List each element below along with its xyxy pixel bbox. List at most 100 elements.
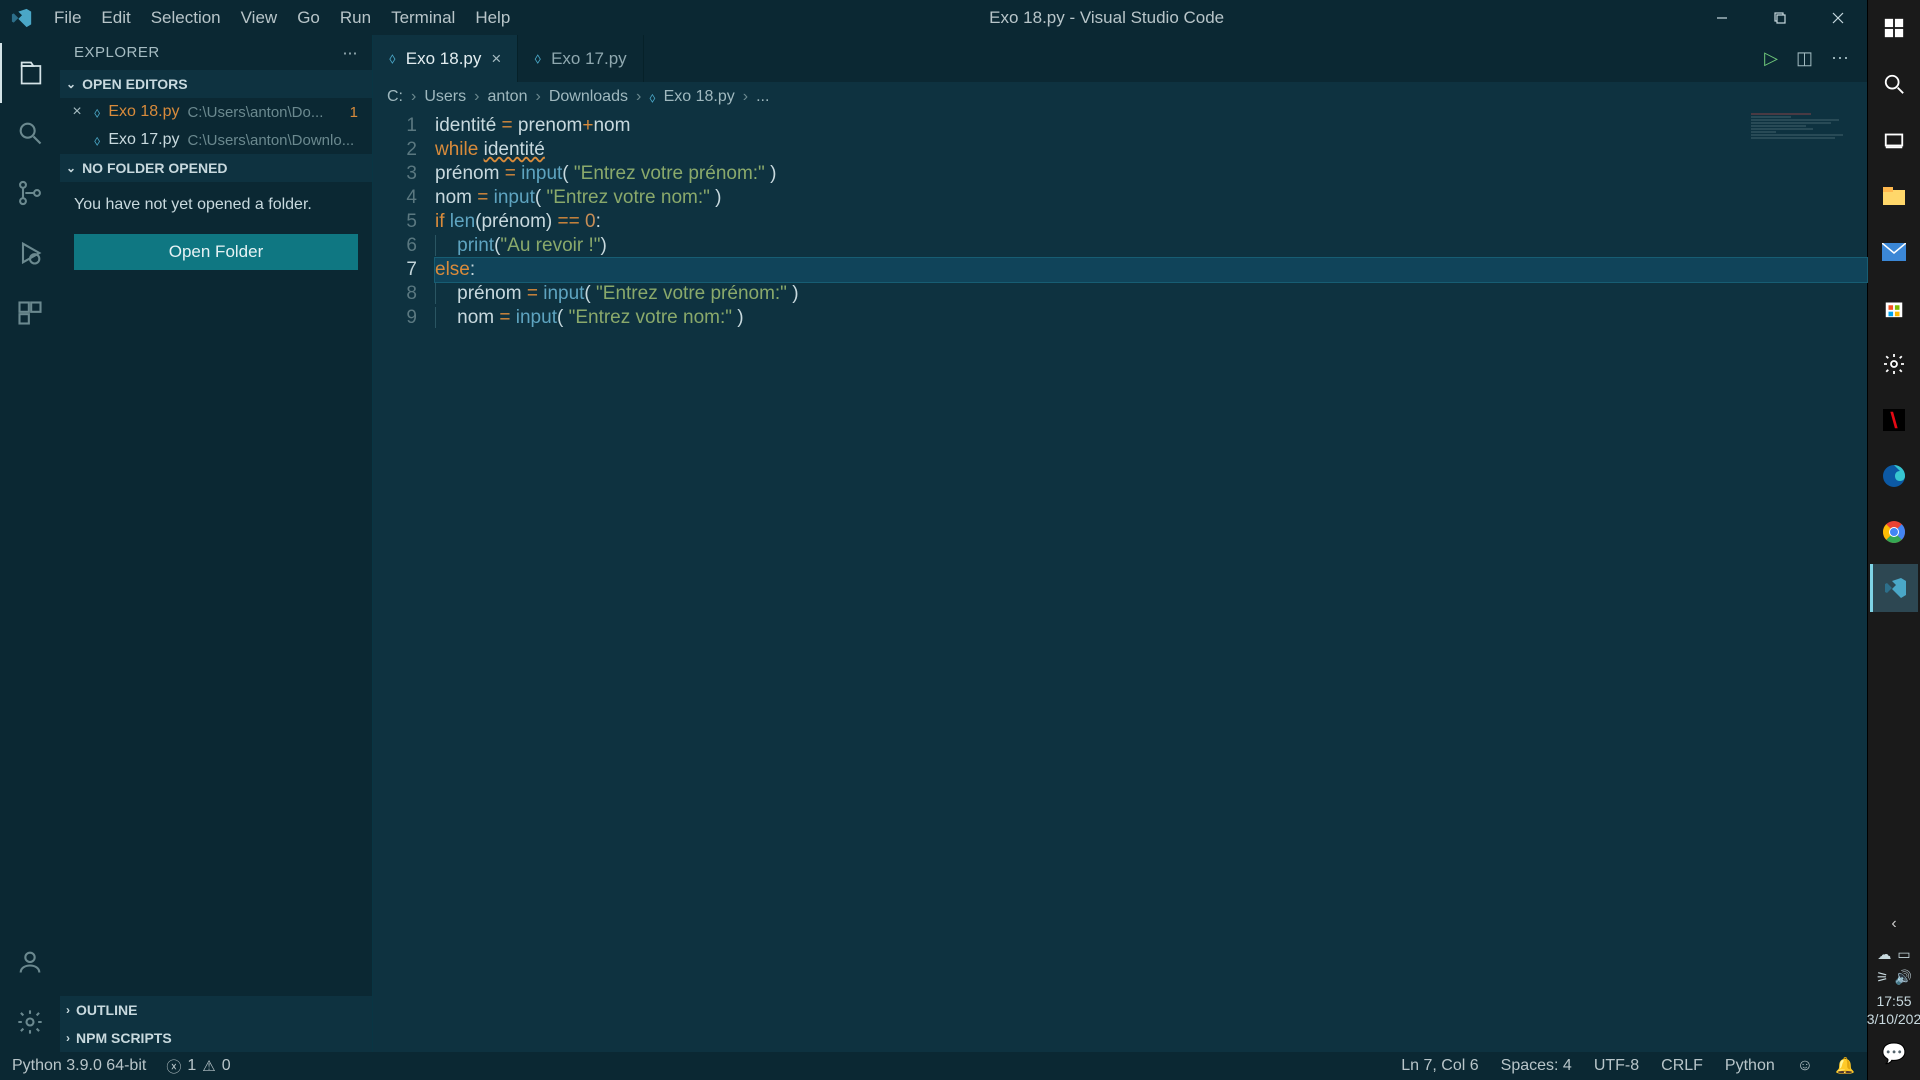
menu-go[interactable]: Go bbox=[287, 0, 330, 35]
clock-date: 13/10/2020 bbox=[1859, 1010, 1920, 1028]
clock-time: 17:55 bbox=[1859, 992, 1920, 1010]
python-file-icon: ⬨ bbox=[94, 132, 100, 149]
vscode-window: File Edit Selection View Go Run Terminal… bbox=[0, 0, 1867, 1080]
microsoft-store-icon[interactable] bbox=[1870, 284, 1918, 332]
show-hidden-icon[interactable]: ‹ bbox=[1870, 912, 1918, 936]
file-explorer-icon[interactable] bbox=[1870, 172, 1918, 220]
vscode-logo-icon bbox=[0, 7, 44, 29]
menu-run[interactable]: Run bbox=[330, 0, 381, 35]
breadcrumb-item[interactable]: anton bbox=[487, 88, 527, 106]
system-tray-2[interactable]: ⚞ 🔊 bbox=[1876, 969, 1912, 986]
more-icon[interactable]: ⋯ bbox=[1831, 48, 1849, 69]
breadcrumb-item[interactable]: Users bbox=[424, 88, 466, 106]
minimap[interactable] bbox=[1747, 112, 1867, 1052]
error-icon: ⓧ bbox=[166, 1056, 181, 1077]
netflix-icon[interactable] bbox=[1870, 396, 1918, 444]
breadcrumb-item[interactable]: C: bbox=[387, 88, 403, 106]
feedback-icon[interactable]: ☺ bbox=[1797, 1057, 1813, 1075]
open-editor-filename: Exo 17.py bbox=[108, 131, 179, 149]
editor-tabs: ⬨ Exo 18.py × ⬨ Exo 17.py ▷ ◫ ⋯ bbox=[373, 35, 1867, 82]
menu-terminal[interactable]: Terminal bbox=[381, 0, 465, 35]
onedrive-icon[interactable]: ☁ bbox=[1877, 946, 1891, 963]
edge-icon[interactable] bbox=[1870, 452, 1918, 500]
source-control-icon[interactable] bbox=[0, 163, 60, 223]
window-controls bbox=[1693, 0, 1867, 35]
open-editor-item[interactable]: × ⬨ Exo 18.py C:\Users\anton\Do... 1 bbox=[60, 98, 372, 126]
breadcrumb-item[interactable]: Downloads bbox=[549, 88, 628, 106]
menu-bar: File Edit Selection View Go Run Terminal… bbox=[44, 0, 520, 35]
tab-label: Exo 18.py bbox=[406, 49, 482, 69]
eol[interactable]: CRLF bbox=[1661, 1057, 1703, 1075]
mail-icon[interactable] bbox=[1870, 228, 1918, 276]
volume-icon[interactable]: 🔊 bbox=[1895, 969, 1912, 986]
tab-exo17[interactable]: ⬨ Exo 17.py bbox=[518, 35, 643, 82]
activity-bar bbox=[0, 35, 60, 1052]
outline-section[interactable]: › OUTLINE bbox=[60, 996, 372, 1024]
taskbar-clock[interactable]: 17:55 13/10/2020 bbox=[1859, 992, 1920, 1028]
maximize-button[interactable] bbox=[1751, 0, 1809, 35]
explorer-title: EXPLORER ⋯ bbox=[60, 35, 372, 70]
close-button[interactable] bbox=[1809, 0, 1867, 35]
split-editor-icon[interactable]: ◫ bbox=[1796, 48, 1813, 69]
menu-file[interactable]: File bbox=[44, 0, 91, 35]
close-icon[interactable]: × bbox=[491, 49, 501, 69]
task-view-icon[interactable] bbox=[1870, 116, 1918, 164]
menu-edit[interactable]: Edit bbox=[91, 0, 140, 35]
breadcrumb-item[interactable]: ... bbox=[756, 88, 769, 106]
language-mode[interactable]: Python bbox=[1725, 1057, 1775, 1075]
titlebar: File Edit Selection View Go Run Terminal… bbox=[0, 0, 1867, 35]
windows-taskbar: ‹ ☁ ▭ ⚞ 🔊 17:55 13/10/2020 💬 bbox=[1867, 0, 1920, 1080]
menu-selection[interactable]: Selection bbox=[141, 0, 231, 35]
no-folder-label: NO FOLDER OPENED bbox=[82, 160, 227, 176]
minimize-button[interactable] bbox=[1693, 0, 1751, 35]
code-content[interactable]: identité = prenom+nomwhile identitépréno… bbox=[435, 112, 1867, 1052]
accounts-icon[interactable] bbox=[0, 932, 60, 992]
search-icon[interactable] bbox=[0, 103, 60, 163]
battery-icon[interactable]: ▭ bbox=[1897, 946, 1910, 963]
chevron-down-icon: ⌄ bbox=[66, 161, 76, 175]
open-editor-filename: Exo 18.py bbox=[108, 103, 179, 121]
open-editor-path: C:\Users\anton\Do... bbox=[187, 104, 341, 121]
action-center-icon[interactable]: 💬 bbox=[1870, 1038, 1918, 1068]
extensions-icon[interactable] bbox=[0, 283, 60, 343]
vscode-taskbar-icon[interactable] bbox=[1870, 564, 1918, 612]
npm-scripts-section[interactable]: › NPM SCRIPTS bbox=[60, 1024, 372, 1052]
cursor-position[interactable]: Ln 7, Col 6 bbox=[1401, 1057, 1478, 1075]
open-editors-section[interactable]: ⌄ OPEN EDITORS bbox=[60, 70, 372, 98]
chevron-right-icon: › bbox=[66, 1003, 70, 1017]
wifi-icon[interactable]: ⚞ bbox=[1876, 969, 1889, 986]
start-button[interactable] bbox=[1870, 4, 1918, 52]
menu-view[interactable]: View bbox=[231, 0, 288, 35]
python-interpreter[interactable]: Python 3.9.0 64-bit bbox=[12, 1057, 146, 1075]
indentation[interactable]: Spaces: 4 bbox=[1501, 1057, 1572, 1075]
error-count: 1 bbox=[187, 1057, 196, 1075]
warning-count: 0 bbox=[222, 1057, 231, 1075]
open-folder-button[interactable]: Open Folder bbox=[74, 234, 358, 270]
open-editors-list: × ⬨ Exo 18.py C:\Users\anton\Do... 1 ⬨ E… bbox=[60, 98, 372, 154]
taskbar-search-icon[interactable] bbox=[1870, 60, 1918, 108]
chevron-right-icon: › bbox=[66, 1031, 70, 1045]
problems-status[interactable]: ⓧ1 ⚠0 bbox=[166, 1056, 230, 1077]
explorer-icon[interactable] bbox=[0, 43, 60, 103]
breadcrumb-item[interactable]: Exo 18.py bbox=[664, 88, 735, 106]
system-tray[interactable]: ☁ ▭ bbox=[1877, 946, 1910, 963]
breadcrumb[interactable]: C:› Users› anton› Downloads› ⬨ Exo 18.py… bbox=[373, 82, 1867, 112]
explorer-title-label: EXPLORER bbox=[74, 44, 160, 61]
code-editor[interactable]: 123456789 identité = prenom+nomwhile ide… bbox=[373, 112, 1867, 1052]
no-folder-section[interactable]: ⌄ NO FOLDER OPENED bbox=[60, 154, 372, 182]
encoding[interactable]: UTF-8 bbox=[1594, 1057, 1639, 1075]
run-debug-icon[interactable] bbox=[0, 223, 60, 283]
close-icon[interactable]: × bbox=[68, 103, 86, 121]
menu-help[interactable]: Help bbox=[465, 0, 520, 35]
open-editor-item[interactable]: ⬨ Exo 17.py C:\Users\anton\Downlo... bbox=[60, 126, 372, 154]
window-title: Exo 18.py - Visual Studio Code bbox=[520, 8, 1693, 28]
notifications-icon[interactable]: 🔔 bbox=[1835, 1056, 1855, 1076]
more-icon[interactable]: ⋯ bbox=[343, 44, 359, 62]
python-file-icon: ⬨ bbox=[534, 50, 541, 67]
settings-gear-icon[interactable] bbox=[0, 992, 60, 1052]
chrome-icon[interactable] bbox=[1870, 508, 1918, 556]
run-icon[interactable]: ▷ bbox=[1764, 48, 1778, 69]
settings-icon[interactable] bbox=[1870, 340, 1918, 388]
tab-exo18[interactable]: ⬨ Exo 18.py × bbox=[373, 35, 518, 82]
editor-actions: ▷ ◫ ⋯ bbox=[1746, 35, 1867, 82]
